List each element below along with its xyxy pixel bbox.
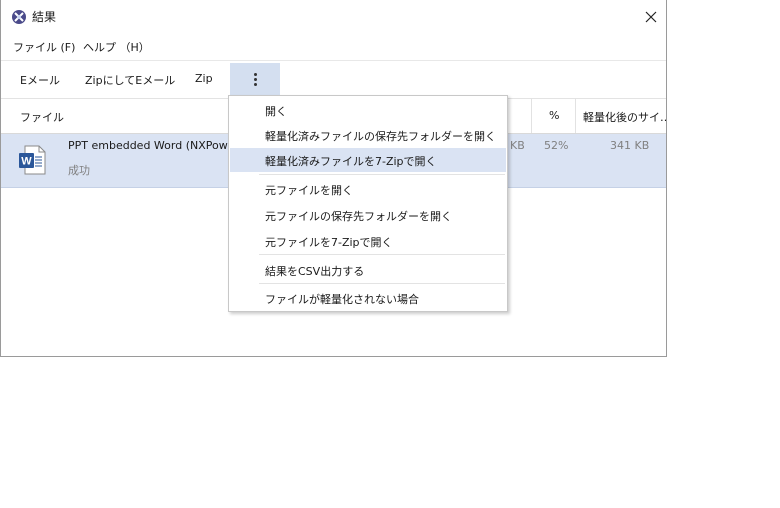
menu-item-export-csv[interactable]: 結果をCSV出力する (230, 258, 506, 282)
menu-divider (259, 174, 505, 175)
column-percent[interactable]: % (549, 109, 559, 122)
zip-button[interactable]: Zip (195, 72, 213, 85)
size-after-value: 341 KB (610, 139, 650, 152)
column-separator[interactable] (531, 98, 532, 133)
menu-bar: ファイル (F) ヘルプ （H） (1, 36, 666, 56)
menu-item-open[interactable]: 開く (230, 98, 506, 122)
window-title: 結果 (32, 10, 57, 24)
app-logo-icon (12, 10, 26, 24)
menu-divider (259, 254, 505, 255)
menu-help[interactable]: ヘルプ （H） (83, 39, 150, 55)
percent-value: 52% (544, 139, 569, 152)
original-size: KB (510, 139, 525, 152)
menu-file[interactable]: ファイル (F) (13, 39, 75, 55)
zip-email-button[interactable]: ZipにしてEメール (85, 72, 175, 88)
menu-item-open-compressed-7zip[interactable]: 軽量化済みファイルを7-Zipで開く (230, 148, 506, 172)
menu-item-open-original[interactable]: 元ファイルを開く (230, 177, 506, 201)
close-button[interactable] (636, 0, 666, 33)
column-file[interactable]: ファイル (20, 109, 64, 125)
more-options-button[interactable] (230, 63, 280, 96)
file-name: PPT embedded Word (NXPowe (68, 139, 235, 152)
word-document-icon: W (19, 145, 46, 175)
close-icon (645, 11, 657, 22)
menu-item-not-compressed-help[interactable]: ファイルが軽量化されない場合 (230, 286, 506, 310)
kebab-vertical-icon (253, 73, 257, 86)
menu-item-open-original-folder[interactable]: 元ファイルの保存先フォルダーを開く (230, 203, 506, 227)
menu-item-open-original-7zip[interactable]: 元ファイルを7-Zipで開く (230, 229, 506, 253)
context-menu: 開く 軽量化済みファイルの保存先フォルダーを開く 軽量化済みファイルを7-Zip… (228, 95, 508, 312)
svg-text:W: W (21, 156, 32, 168)
status-text: 成功 (68, 164, 90, 177)
menu-item-open-compressed-folder[interactable]: 軽量化済みファイルの保存先フォルダーを開く (230, 123, 506, 147)
email-button[interactable]: Eメール (20, 72, 60, 88)
toolbar: Eメール ZipにしてEメール Zip (1, 60, 666, 99)
title-bar: 結果 (1, 0, 666, 33)
column-size-after[interactable]: 軽量化後のサイ… (583, 109, 666, 125)
menu-divider (259, 283, 505, 284)
column-separator[interactable] (575, 98, 576, 133)
